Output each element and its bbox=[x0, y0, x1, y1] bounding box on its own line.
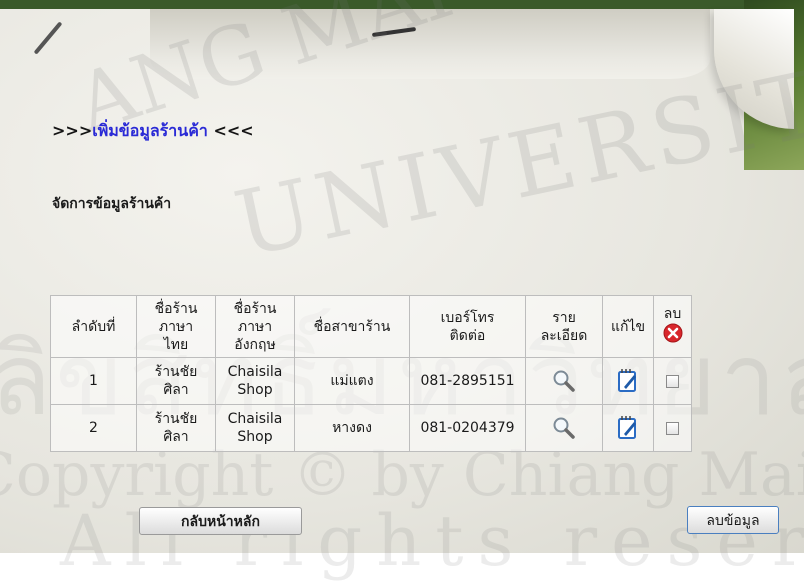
cell-phone: 081-0204379 bbox=[409, 404, 526, 452]
page-title: >>>เพิ่มข้อมูลร้านค้า <<< bbox=[52, 119, 254, 144]
edit-note-icon[interactable] bbox=[615, 415, 641, 441]
cell-name-en: Chaisila Shop bbox=[215, 404, 295, 452]
title-suffix: <<< bbox=[207, 121, 254, 140]
cell-edit bbox=[602, 357, 654, 405]
background-strip bbox=[0, 0, 804, 9]
cell-edit bbox=[602, 404, 654, 452]
table-row: 1 ร้านชัย ศิลา Chaisila Shop แม่แตง 081-28… bbox=[50, 357, 692, 405]
delete-checkbox[interactable] bbox=[666, 421, 679, 435]
paper-fold bbox=[150, 9, 710, 79]
delete-checkbox[interactable] bbox=[666, 374, 679, 388]
cell-branch: แม่แตง bbox=[294, 357, 410, 405]
cell-name-th: ร้านชัย ศิลา bbox=[136, 357, 216, 405]
paper-background bbox=[0, 9, 804, 553]
cell-name-th: ร้านชัย ศิลา bbox=[136, 404, 216, 452]
cell-no: 2 bbox=[50, 404, 137, 452]
header-edit: แก้ไข bbox=[602, 295, 654, 358]
edit-note-icon[interactable] bbox=[615, 368, 641, 394]
store-table: ลำดับที่ ชื่อร้าน ภาษา ไทย ชื่อร้าน ภาษา อัง… bbox=[50, 295, 692, 452]
header-detail: ราย ละเอียด bbox=[525, 295, 603, 358]
red-x-icon bbox=[663, 323, 682, 343]
header-name-en: ชื่อร้าน ภาษา อังกฤษ bbox=[215, 295, 295, 358]
header-branch: ชื่อสาขาร้าน bbox=[294, 295, 410, 358]
cell-phone: 081-2895151 bbox=[409, 357, 526, 405]
cell-delete bbox=[653, 404, 692, 452]
section-subtitle: จัดการข้อมูลร้านค้า bbox=[52, 196, 172, 212]
title-prefix: >>> bbox=[52, 121, 93, 140]
header-delete: ลบ bbox=[653, 295, 692, 358]
cell-detail bbox=[525, 404, 603, 452]
table-header-row: ลำดับที่ ชื่อร้าน ภาษา ไทย ชื่อร้าน ภาษา อัง… bbox=[50, 295, 692, 358]
cell-name-en: Chaisila Shop bbox=[215, 357, 295, 405]
header-name-th: ชื่อร้าน ภาษา ไทย bbox=[136, 295, 216, 358]
cell-branch: หางดง bbox=[294, 404, 410, 452]
back-home-button[interactable]: กลับหน้าหลัก bbox=[139, 507, 302, 535]
table-row: 2 ร้านชัย ศิลา Chaisila Shop หางดง 081-020… bbox=[50, 404, 692, 452]
cell-detail bbox=[525, 357, 603, 405]
magnifier-icon[interactable] bbox=[551, 415, 577, 441]
title-main[interactable]: เพิ่มข้อมูลร้านค้า bbox=[92, 121, 208, 140]
magnifier-icon[interactable] bbox=[551, 368, 577, 394]
header-phone: เบอร์โทร ติดต่อ bbox=[409, 295, 526, 358]
header-no: ลำดับที่ bbox=[50, 295, 137, 358]
delete-data-button[interactable]: ลบข้อมูล bbox=[687, 506, 779, 534]
cell-delete bbox=[653, 357, 692, 405]
cell-no: 1 bbox=[50, 357, 137, 405]
